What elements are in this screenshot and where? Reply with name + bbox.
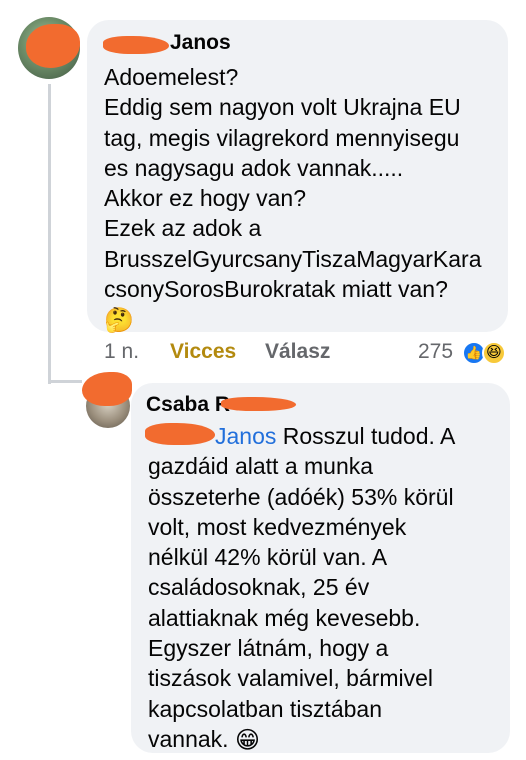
reply-line: gazdáid alatt a munka xyxy=(148,453,374,480)
comment-line: 🤔 xyxy=(104,304,482,334)
thread-line-vertical xyxy=(48,84,51,384)
reaction-summary[interactable]: 👍 😆 xyxy=(462,340,514,366)
reply-button[interactable]: Válasz xyxy=(265,340,330,364)
comment-thread: Janos Adoemelest? Eddig sem nagyon volt … xyxy=(0,0,526,760)
comment-line: Adoemelest? xyxy=(104,64,239,90)
comment-line: Eddig sem nagyon volt Ukrajna EU xyxy=(104,94,461,121)
reply-bubble: Csaba R Janos Rosszul tudod. A gazdáid a… xyxy=(131,383,510,753)
reply-line: Janos Rosszul tudod. A xyxy=(215,423,456,449)
reply-line: nélkül 42% körül van. A xyxy=(148,544,388,571)
thread-line-branch xyxy=(48,380,82,383)
reply-text: Janos Rosszul tudod. A gazdáid alatt a m… xyxy=(148,421,455,754)
reply-line: családosoknak, 25 év xyxy=(148,574,370,601)
comment-actions: 1 n. Vicces Válasz 275 xyxy=(104,340,512,368)
reply-author[interactable]: Csaba R xyxy=(146,393,230,417)
comment-timestamp[interactable]: 1 n. xyxy=(104,340,139,364)
reply-line: kapcsolatban tisztában xyxy=(148,695,382,722)
reply-line: volt, most kedvezmények xyxy=(148,513,407,540)
thinking-emoji-icon: 🤔 xyxy=(104,307,134,335)
comment-line: BrusszelGyurcsanyTiszaMagyarKara xyxy=(104,245,482,272)
comment-line: es nagysagu adok vannak..... xyxy=(104,154,404,181)
comment-text: Adoemelest? Eddig sem nagyon volt Ukrajn… xyxy=(104,62,482,335)
reply-line: Egyszer látnám, hogy a xyxy=(148,635,389,662)
comment-line: Ezek az adok a xyxy=(104,215,262,242)
comment-line: Akkor ez hogy van? xyxy=(104,185,307,212)
reaction-vicces-button[interactable]: Vicces xyxy=(170,340,236,364)
comment-line: csonySorosBurokratak miatt van? xyxy=(104,276,448,303)
redaction-mark xyxy=(221,397,296,411)
reply-line: alattiaknak még kevesebb. xyxy=(148,604,421,631)
mention-link[interactable]: Janos xyxy=(215,423,276,449)
grin-emoji-icon: 😁 xyxy=(234,726,260,754)
haha-icon: 😆 xyxy=(482,341,506,365)
comment-bubble: Janos Adoemelest? Eddig sem nagyon volt … xyxy=(87,20,508,335)
reply-line: összeterhe (adóék) 53% körül xyxy=(148,483,454,510)
redaction-mark xyxy=(82,372,132,406)
redaction-mark xyxy=(103,36,169,54)
reaction-count[interactable]: 275 xyxy=(418,340,453,364)
reply-line: vannak. 😁 xyxy=(148,725,260,754)
reply-line: tiszások valamivel, bármivel xyxy=(148,665,434,692)
comment-author[interactable]: Janos xyxy=(170,31,231,55)
comment-line: tag, megis vilagrekord mennyisegu xyxy=(104,124,460,151)
